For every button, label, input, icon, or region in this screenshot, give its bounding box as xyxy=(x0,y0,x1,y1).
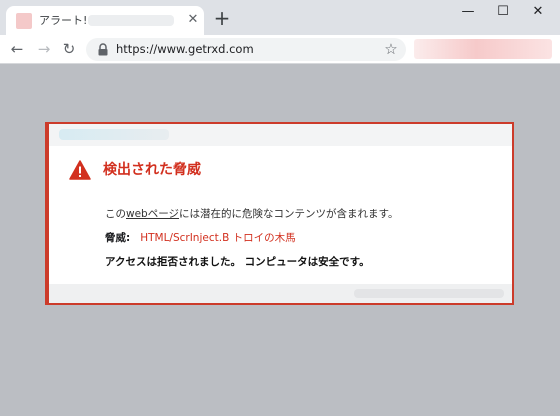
back-button[interactable]: ← xyxy=(7,39,27,59)
tab-title-redacted xyxy=(88,15,174,26)
tab-title: アラート! - xyxy=(39,14,95,27)
bookmark-star-icon[interactable]: ☆ xyxy=(382,40,400,58)
minimize-button[interactable]: — xyxy=(455,2,481,22)
favicon-icon xyxy=(16,13,32,29)
access-denied-message: アクセスは拒否されました。 コンピュータは安全です。 xyxy=(105,256,370,268)
threat-info: 脅威: HTML/ScrInject.B トロイの木馬 xyxy=(105,231,296,245)
threat-alert-dialog: 検出された脅威 このwebページには潜在的に危険なコンテンツが含まれます。 脅威… xyxy=(45,122,514,305)
threat-label: 脅威: xyxy=(105,232,131,244)
reload-button[interactable]: ↻ xyxy=(59,39,79,59)
close-window-button[interactable]: ✕ xyxy=(525,2,551,22)
alert-footer-bar xyxy=(49,284,512,303)
forward-button[interactable]: → xyxy=(34,39,54,59)
description-prefix: この xyxy=(105,208,126,220)
url-text[interactable]: https://www.getrxd.com xyxy=(116,42,254,57)
lock-icon xyxy=(98,43,108,56)
browser-toolbar: ← → ↻ https://www.getrxd.com ☆ xyxy=(0,35,560,64)
threat-name: HTML/ScrInject.B トロイの木馬 xyxy=(140,232,296,244)
address-bar[interactable]: https://www.getrxd.com ☆ xyxy=(86,38,406,61)
alert-title: 検出された脅威 xyxy=(103,162,201,178)
description-suffix: には潜在的に危険なコンテンツが含まれます。 xyxy=(179,208,399,220)
maximize-button[interactable]: ☐ xyxy=(490,2,516,22)
new-tab-button[interactable]: + xyxy=(213,8,231,28)
alert-header-bar xyxy=(49,124,512,146)
tab-strip: アラート! - ✕ + — ☐ ✕ xyxy=(0,0,560,35)
extensions-area-redacted xyxy=(414,39,552,59)
page-content: 検出された脅威 このwebページには潜在的に危険なコンテンツが含まれます。 脅威… xyxy=(0,64,560,416)
header-redacted xyxy=(59,129,169,140)
footer-redacted xyxy=(354,289,504,298)
tab-close-icon[interactable]: ✕ xyxy=(185,12,201,28)
alert-description: このwebページには潜在的に危険なコンテンツが含まれます。 xyxy=(105,207,398,221)
browser-tab[interactable]: アラート! - ✕ xyxy=(6,6,204,35)
webpage-link[interactable]: webページ xyxy=(126,208,179,220)
warning-icon xyxy=(69,160,91,180)
